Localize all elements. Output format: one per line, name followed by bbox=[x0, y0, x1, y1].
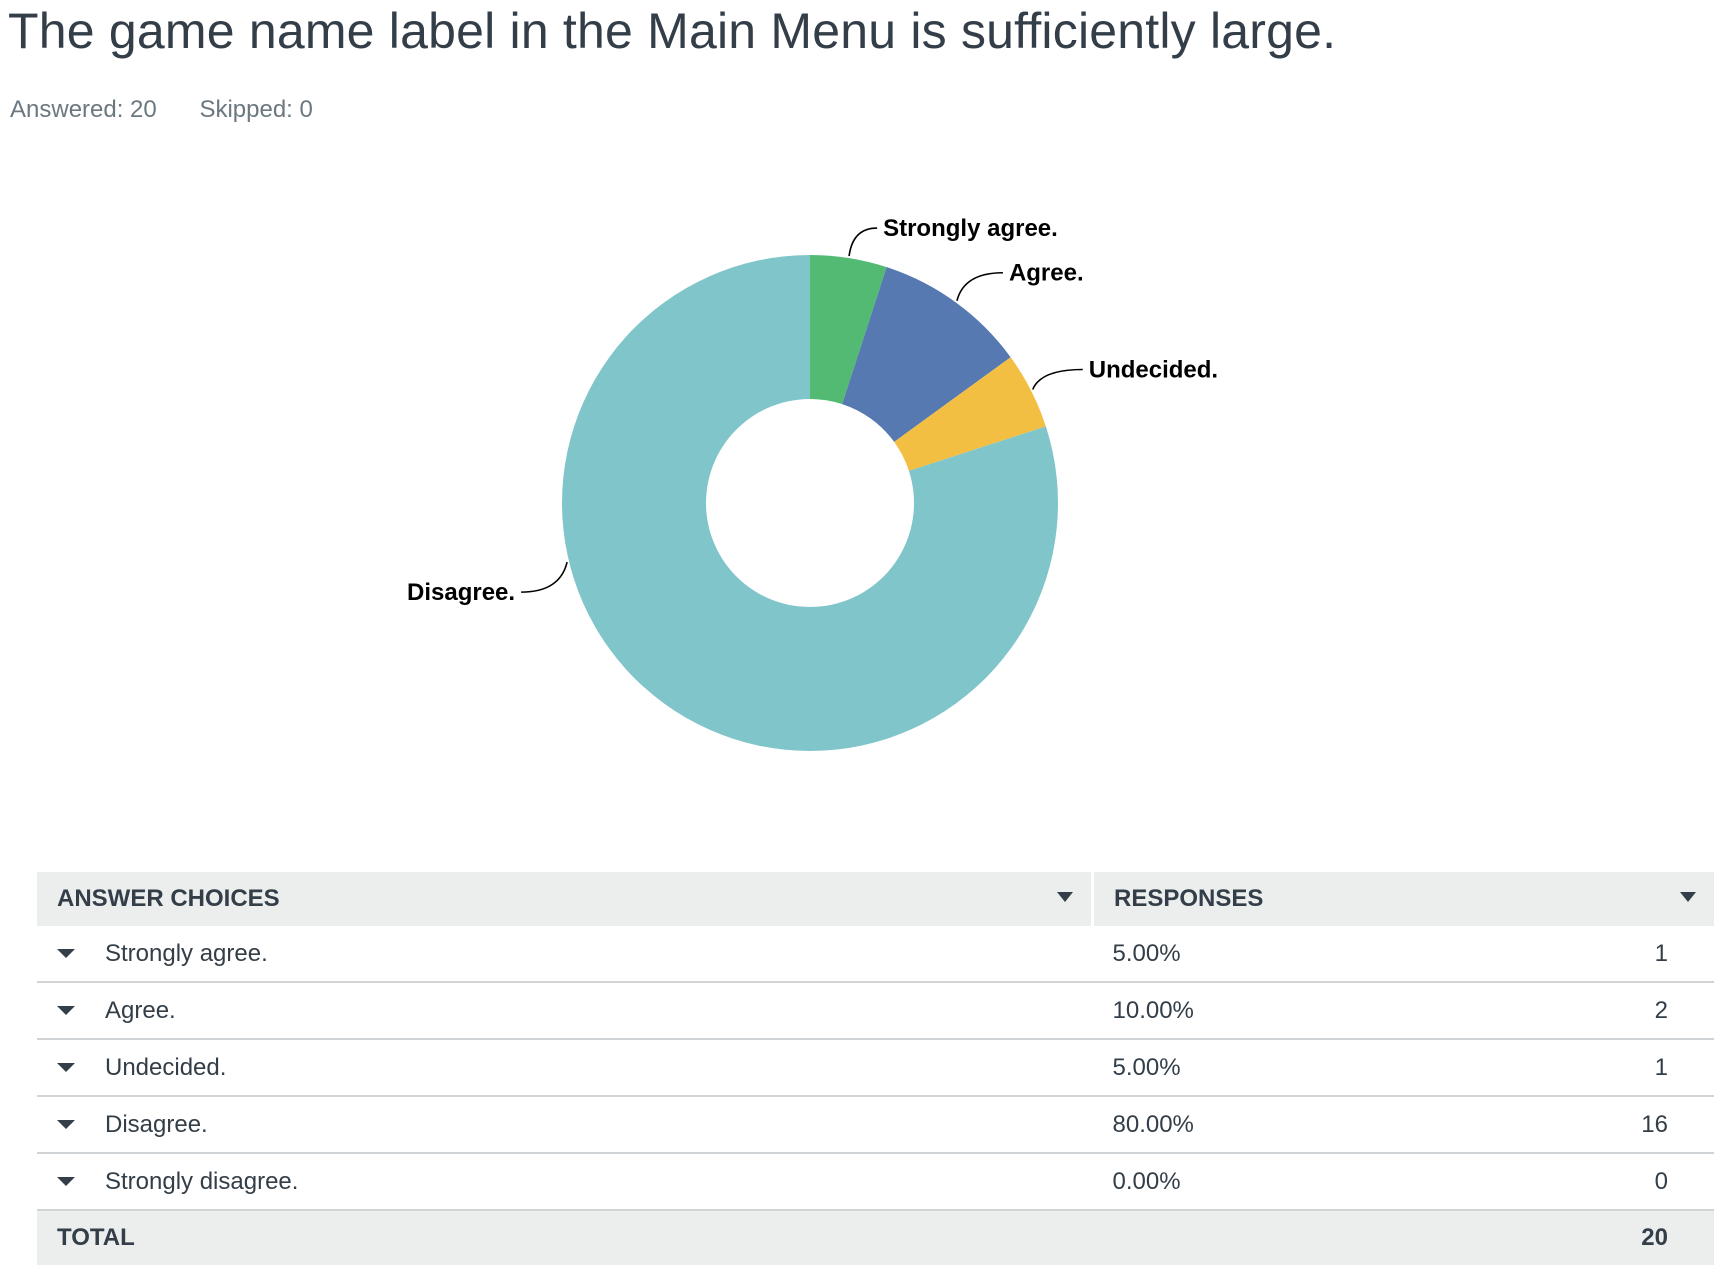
answer-choice-cell: Strongly disagree. bbox=[37, 1153, 1093, 1210]
answered-count: Answered: 20 bbox=[10, 96, 157, 123]
response-count: 0 bbox=[1464, 1154, 1714, 1209]
header-answer-choices-label: ANSWER CHOICES bbox=[57, 885, 280, 912]
pie-label: Strongly agree. bbox=[883, 215, 1058, 242]
answer-choice-cell: Undecided. bbox=[37, 1039, 1093, 1096]
response-percent: 80.00% bbox=[1093, 1097, 1455, 1152]
response-percent: 5.00% bbox=[1093, 1040, 1464, 1095]
response-percent: 0.00% bbox=[1093, 1154, 1464, 1209]
expand-row-icon[interactable] bbox=[57, 1063, 75, 1072]
response-count: 1 bbox=[1464, 1040, 1714, 1095]
expand-row-icon[interactable] bbox=[57, 949, 75, 958]
pie-label: Disagree. bbox=[407, 579, 515, 606]
answer-choice-cell: Strongly agree. bbox=[37, 926, 1093, 982]
expand-row-icon[interactable] bbox=[57, 1120, 75, 1129]
responses-cell: 5.00% 1 bbox=[1093, 1039, 1714, 1096]
response-count: 16 bbox=[1454, 1097, 1714, 1152]
header-responses[interactable]: RESPONSES bbox=[1093, 872, 1714, 926]
answer-choice-cell: Agree. bbox=[37, 982, 1093, 1039]
response-count: 2 bbox=[1485, 983, 1714, 1038]
table-row: Undecided. 5.00% 1 bbox=[37, 1039, 1714, 1096]
pie-label: Undecided. bbox=[1089, 357, 1218, 384]
results-table: ANSWER CHOICES RESPONSES Strongly agree.… bbox=[37, 872, 1714, 1265]
total-label: TOTAL bbox=[37, 1210, 1093, 1265]
sort-dropdown-icon[interactable] bbox=[1057, 892, 1073, 902]
table-row: Strongly disagree. 0.00% 0 bbox=[37, 1153, 1714, 1210]
response-count: 1 bbox=[1464, 926, 1714, 981]
sort-dropdown-icon[interactable] bbox=[1680, 892, 1696, 902]
answer-choice-label: Agree. bbox=[105, 997, 176, 1024]
response-stats: Answered: 20 Skipped: 0 bbox=[10, 96, 349, 124]
expand-row-icon[interactable] bbox=[57, 1006, 75, 1015]
pie-label: Agree. bbox=[1009, 260, 1084, 287]
header-responses-label: RESPONSES bbox=[1114, 885, 1263, 912]
leader-line bbox=[1033, 370, 1083, 390]
table-row: Strongly agree. 5.00% 1 bbox=[37, 926, 1714, 982]
table-row: Disagree. 80.00% 16 bbox=[37, 1096, 1714, 1153]
answer-choice-label: Undecided. bbox=[105, 1054, 226, 1081]
responses-cell: 10.00% 2 bbox=[1093, 982, 1714, 1039]
answer-choice-label: Disagree. bbox=[105, 1111, 208, 1138]
donut-chart: Strongly agree. Agree. Undecided. Disagree. bbox=[0, 150, 1714, 790]
leader-line bbox=[521, 562, 567, 592]
responses-cell: 80.00% 16 bbox=[1093, 1096, 1714, 1153]
answer-choice-cell: Disagree. bbox=[37, 1096, 1093, 1153]
responses-cell: 5.00% 1 bbox=[1093, 926, 1714, 982]
total-row: TOTAL 20 bbox=[37, 1210, 1714, 1265]
response-percent: 10.00% bbox=[1093, 983, 1485, 1038]
table-row: Agree. 10.00% 2 bbox=[37, 982, 1714, 1039]
answer-choice-label: Strongly disagree. bbox=[105, 1168, 298, 1195]
response-percent: 5.00% bbox=[1093, 926, 1464, 981]
total-value: 20 bbox=[1093, 1210, 1714, 1265]
leader-line bbox=[849, 228, 877, 256]
skipped-count: Skipped: 0 bbox=[199, 96, 312, 123]
leader-line bbox=[957, 273, 1003, 301]
answer-choice-label: Strongly agree. bbox=[105, 940, 268, 967]
responses-cell: 0.00% 0 bbox=[1093, 1153, 1714, 1210]
expand-row-icon[interactable] bbox=[57, 1177, 75, 1186]
question-title: The game name label in the Main Menu is … bbox=[8, 2, 1336, 60]
header-answer-choices[interactable]: ANSWER CHOICES bbox=[37, 872, 1093, 926]
